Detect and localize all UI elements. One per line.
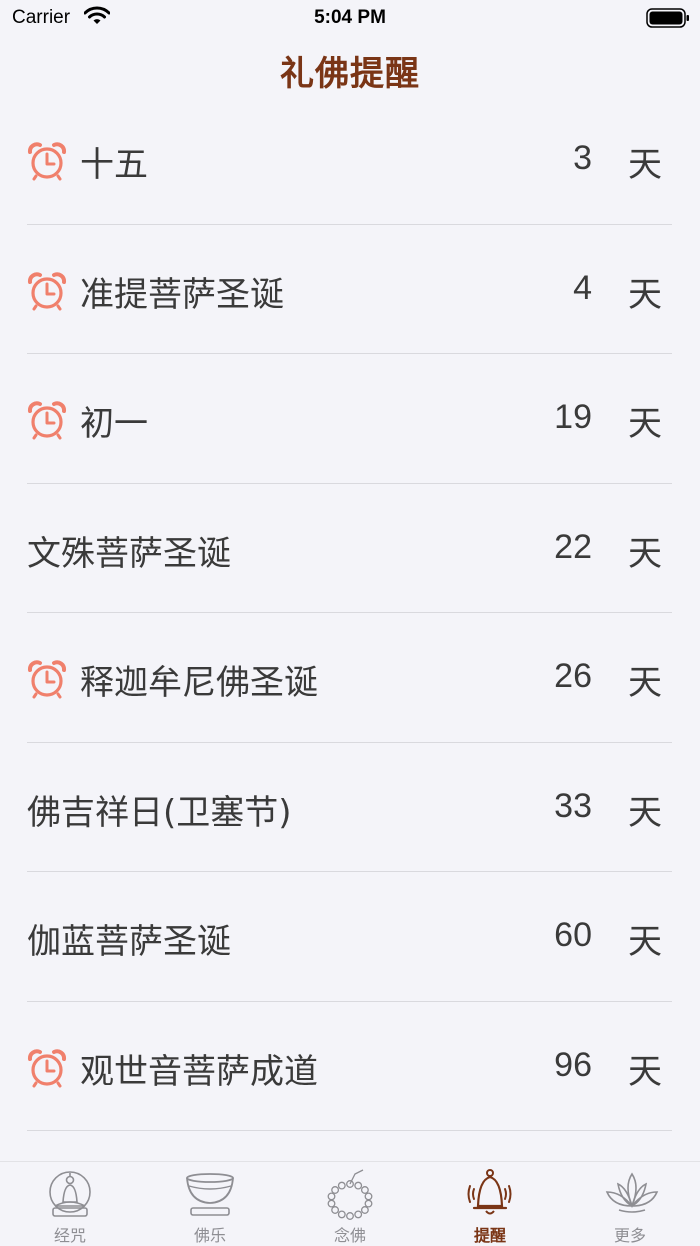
reminder-row[interactable]: 伽蓝菩萨圣诞 60 天 [0, 872, 700, 1002]
tab-label: 念佛 [333, 1226, 366, 1245]
reminder-name: 观世音菩萨成道 [80, 1051, 318, 1092]
page-title: 礼佛提醒 [280, 54, 420, 94]
days-count: 3 [573, 139, 592, 177]
days-unit: 天 [628, 145, 662, 185]
alarm-clock-icon [27, 141, 67, 181]
tab-bell[interactable]: 提醒 [420, 1162, 560, 1245]
tab-lotus[interactable]: 更多 [560, 1162, 700, 1245]
alarm-clock-icon [27, 659, 67, 699]
tab-bar: 经咒 佛乐 念佛 提醒 更多 [0, 1161, 700, 1245]
days-count: 60 [554, 916, 592, 954]
reminder-name: 初一 [80, 404, 148, 444]
tab-prayer-beads[interactable]: 念佛 [280, 1162, 420, 1245]
tab-label: 佛乐 [193, 1226, 226, 1245]
reminder-row[interactable]: 准提菩萨圣诞 4 天 [0, 225, 700, 354]
days-count: 96 [554, 1045, 592, 1084]
reminder-name: 伽蓝菩萨圣诞 [27, 922, 231, 962]
alarm-clock-icon [27, 1048, 67, 1088]
alarm-clock-icon [27, 271, 67, 311]
tab-label: 经咒 [53, 1226, 86, 1245]
row-divider [27, 1130, 672, 1131]
reminder-name: 准提菩萨圣诞 [80, 274, 284, 315]
status-bar: Carrier 5:04 PM [0, 0, 700, 36]
days-unit: 天 [628, 663, 662, 703]
reminder-row[interactable]: 十五 3 天 [0, 95, 700, 225]
reminder-name: 佛吉祥日(卫塞节) [27, 792, 292, 833]
reminder-name: 十五 [80, 145, 148, 185]
reminder-row[interactable]: 文殊菩萨圣诞 22 天 [0, 484, 700, 613]
days-unit: 天 [628, 533, 662, 574]
days-unit: 天 [628, 274, 662, 315]
days-count: 19 [554, 398, 592, 436]
tab-singing-bowl[interactable]: 佛乐 [140, 1162, 280, 1245]
reminder-row[interactable]: 初一 19 天 [0, 354, 700, 484]
battery-icon [646, 8, 689, 28]
days-count: 4 [573, 268, 592, 307]
status-time: 5:04 PM [314, 7, 386, 28]
tab-label: 更多 [613, 1226, 646, 1245]
days-unit: 天 [628, 922, 662, 962]
reminder-row[interactable]: 观世音菩萨成道 96 天 [0, 1002, 700, 1131]
days-unit: 天 [628, 404, 662, 444]
days-count: 26 [554, 657, 592, 695]
reminder-row[interactable]: 释迦牟尼佛圣诞 26 天 [0, 613, 700, 743]
days-count: 22 [554, 527, 592, 566]
days-unit: 天 [628, 792, 662, 833]
tab-label: 提醒 [473, 1226, 506, 1245]
reminder-row[interactable]: 佛吉祥日(卫塞节) 33 天 [0, 743, 700, 872]
days-unit: 天 [628, 1051, 662, 1092]
reminder-name: 释迦牟尼佛圣诞 [80, 663, 318, 703]
tab-buddha[interactable]: 经咒 [0, 1162, 140, 1245]
reminder-list: 十五 3 天准提菩萨圣诞 4 天初一 19 天文殊菩萨圣诞 22 天释迦牟尼佛圣诞 26 天佛吉祥日… [0, 95, 700, 1131]
alarm-clock-icon [27, 400, 67, 440]
days-count: 33 [554, 786, 592, 825]
reminder-name: 文殊菩萨圣诞 [27, 533, 231, 574]
